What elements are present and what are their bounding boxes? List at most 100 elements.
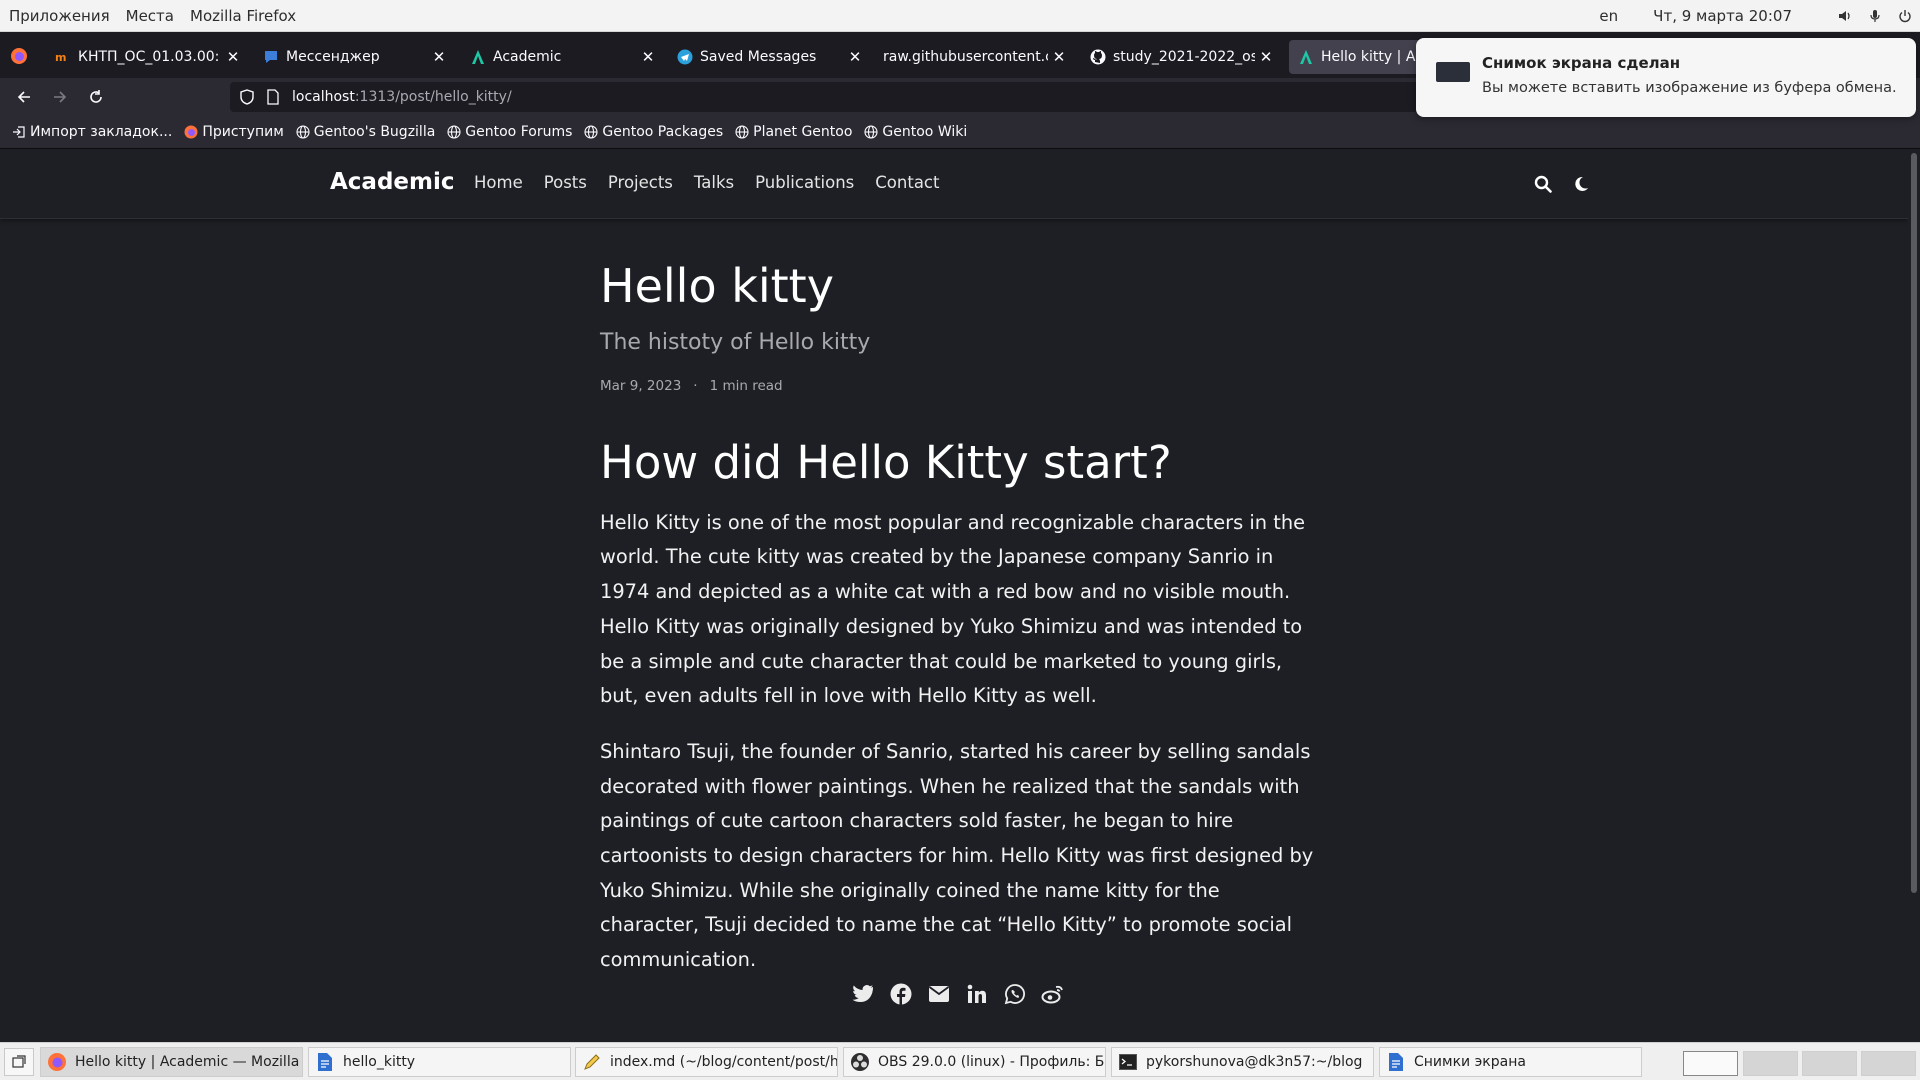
nav-home[interactable]: Home [474,173,523,192]
nav-talks[interactable]: Talks [694,173,734,192]
bookmark-gentoo-bugzilla[interactable]: Gentoo's Bugzilla [296,124,435,140]
tab-title: Saved Messages [700,49,817,65]
web-page: Academic Home Posts Projects Talks Publi… [0,149,1920,1042]
close-tab-icon[interactable]: ✕ [637,48,659,66]
firefox-view-icon[interactable] [10,47,28,65]
facebook-icon[interactable] [888,981,914,1007]
taskbar-item-firefox[interactable]: Hello kitty | Academic — Mozilla Fi... [40,1047,303,1077]
page-scrollbar[interactable] [1908,149,1920,1042]
taskbar-item-screenshots-folder[interactable]: Снимки экрана [1379,1047,1642,1077]
workspace-4[interactable] [1861,1051,1916,1076]
article: Hello kitty The histoty of Hello kitty M… [600,259,1320,978]
tab-academic[interactable]: Academic ✕ [461,40,659,74]
address-bar[interactable]: localhost:1313/post/hello_kitty/ [230,82,1430,112]
bookmark-planet-gentoo[interactable]: Planet Gentoo [735,124,852,140]
taskbar-item-label: OBS 29.0.0 (linux) - Профиль: Без... [878,1054,1105,1070]
bookmark-import[interactable]: Импорт закладок... [12,124,172,140]
nav-posts[interactable]: Posts [544,173,587,192]
globe-icon [864,125,878,139]
bookmark-gentoo-forums[interactable]: Gentoo Forums [447,124,572,140]
url-host: localhost [292,89,355,105]
tab-kntp[interactable]: m КНТП_ОС_01.03.00: Эта ✕ [46,40,244,74]
bookmark-getting-started[interactable]: Приступим [184,124,284,140]
bookmark-label: Gentoo Forums [465,124,573,140]
tab-study-repo[interactable]: study_2021-2022_os-intro ✕ [1081,40,1277,74]
search-icon[interactable] [1530,171,1556,197]
close-tab-icon[interactable]: ✕ [428,48,450,66]
tab-title: Hello kitty | Academic [1321,49,1429,65]
tab-title: Мессенджер [286,49,380,65]
site-brand[interactable]: Academic [330,169,455,195]
taskbar-item-terminal[interactable]: pykorshunova@dk3n57:~/blog [1111,1047,1374,1077]
reload-button[interactable] [83,84,109,110]
applications-menu[interactable]: Приложения [0,7,120,25]
close-tab-icon[interactable]: ✕ [844,48,866,66]
panel-clock[interactable]: Чт, 9 марта 20:07 [1653,7,1792,25]
globe-icon [584,125,598,139]
screenshot-icon [1436,62,1470,82]
folder-icon [1386,1052,1406,1072]
workspace-3[interactable] [1802,1051,1857,1076]
whatsapp-icon[interactable] [1002,981,1028,1007]
taskbar-item-obs[interactable]: OBS 29.0.0 (linux) - Профиль: Без... [843,1047,1106,1077]
tracking-protection-icon[interactable] [238,88,256,106]
obs-icon [850,1052,870,1072]
scrollbar-thumb[interactable] [1911,153,1917,893]
academic-icon [1298,49,1314,65]
nav-projects[interactable]: Projects [608,173,673,192]
nav-contact[interactable]: Contact [875,173,939,192]
messenger-icon [263,49,279,65]
taskbar-item-label: hello_kitty [343,1054,416,1070]
active-app-menu[interactable]: Mozilla Firefox [184,7,306,25]
email-icon[interactable] [926,981,952,1007]
show-desktop-button[interactable] [4,1048,34,1076]
microphone-icon[interactable] [1860,0,1890,32]
bookmark-label: Gentoo Wiki [882,124,968,140]
notification-title: Снимок экрана сделан [1482,54,1681,72]
volume-icon[interactable] [1830,0,1860,32]
close-tab-icon[interactable]: ✕ [1255,48,1277,66]
taskbar-item-index-md[interactable]: index.md (~/blog/content/post/he... [575,1047,838,1077]
globe-icon [447,125,461,139]
weibo-icon[interactable] [1040,981,1066,1007]
workspace-2[interactable] [1743,1051,1798,1076]
globe-icon [735,125,749,139]
svg-text:m: m [55,51,66,64]
keyboard-layout-indicator[interactable]: en [1599,7,1618,25]
tab-messenger[interactable]: Мессенджер ✕ [254,40,450,74]
page-info-icon[interactable] [266,89,280,105]
power-icon[interactable] [1890,0,1920,32]
terminal-icon [1118,1052,1138,1072]
tab-title: Academic [493,49,562,65]
forward-button[interactable] [47,84,73,110]
tab-raw-github[interactable]: raw.githubusercontent.com ✕ [874,40,1070,74]
article-read-time: 1 min read [709,378,783,395]
back-button[interactable] [11,84,37,110]
taskbar-item-hello-kitty-folder[interactable]: hello_kitty [308,1047,571,1077]
dark-mode-moon-icon[interactable] [1568,171,1594,197]
twitter-icon[interactable] [850,981,876,1007]
screenshot-notification[interactable]: Снимок экрана сделан Вы можете вставить … [1416,38,1916,117]
telegram-icon [677,49,693,65]
tab-hello-kitty-active[interactable]: Hello kitty | Academic [1289,40,1429,74]
desktop-taskbar: Hello kitty | Academic — Mozilla Fi... h… [0,1042,1920,1080]
firefox-icon [184,125,198,139]
workspace-1[interactable] [1683,1051,1738,1076]
bookmark-label: Приступим [202,124,284,140]
article-paragraph: Hello Kitty is one of the most popular a… [600,510,1306,708]
article-heading: How did Hello Kitty start? [600,436,1172,490]
close-tab-icon[interactable]: ✕ [222,48,244,66]
article-title: Hello kitty [600,259,834,313]
bookmarks-toolbar: Импорт закладок... Приступим Gentoo's Bu… [0,116,1920,149]
bookmark-gentoo-wiki[interactable]: Gentoo Wiki [864,124,967,140]
nav-publications[interactable]: Publications [755,173,854,192]
close-tab-icon[interactable]: ✕ [1048,48,1070,66]
share-buttons [850,981,1078,1007]
taskbar-item-label: index.md (~/blog/content/post/he... [610,1054,838,1070]
bookmark-label: Planet Gentoo [753,124,853,140]
site-nav-links: Home Posts Projects Talks Publications C… [474,173,960,192]
linkedin-icon[interactable] [964,981,990,1007]
places-menu[interactable]: Места [120,7,184,25]
tab-saved-messages[interactable]: Saved Messages ✕ [668,40,866,74]
bookmark-gentoo-packages[interactable]: Gentoo Packages [584,124,723,140]
